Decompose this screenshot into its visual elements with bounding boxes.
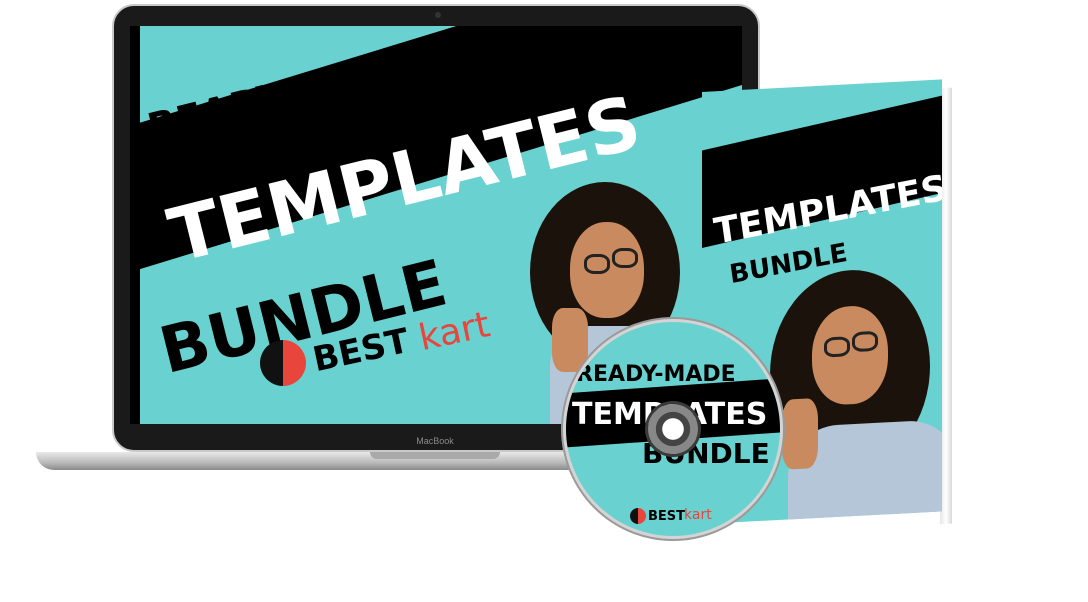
book-person-glasses-right bbox=[852, 330, 878, 353]
laptop-camera bbox=[435, 12, 441, 18]
laptop-notch bbox=[370, 452, 500, 459]
cd-brand-best: BEST bbox=[648, 509, 686, 524]
book-thumbs-up-icon bbox=[782, 397, 818, 470]
laptop-person-glasses-right bbox=[612, 248, 638, 268]
cd-center-hole bbox=[648, 404, 698, 454]
cd-title-line1: READY-MADE bbox=[576, 362, 736, 387]
book-person-face bbox=[812, 304, 888, 407]
cd-logo-icon bbox=[630, 508, 646, 524]
laptop-label: MacBook bbox=[416, 436, 454, 446]
product-mockup: READY-MADE TEMPLATES BUNDLE BEST kart Ma… bbox=[0, 0, 1088, 602]
book-person-glasses bbox=[824, 336, 850, 358]
laptop-person-glasses bbox=[584, 254, 610, 274]
screen-band-left bbox=[130, 26, 140, 424]
laptop-logo-icon bbox=[260, 340, 306, 386]
cd-brand-kart: kart bbox=[684, 507, 712, 523]
